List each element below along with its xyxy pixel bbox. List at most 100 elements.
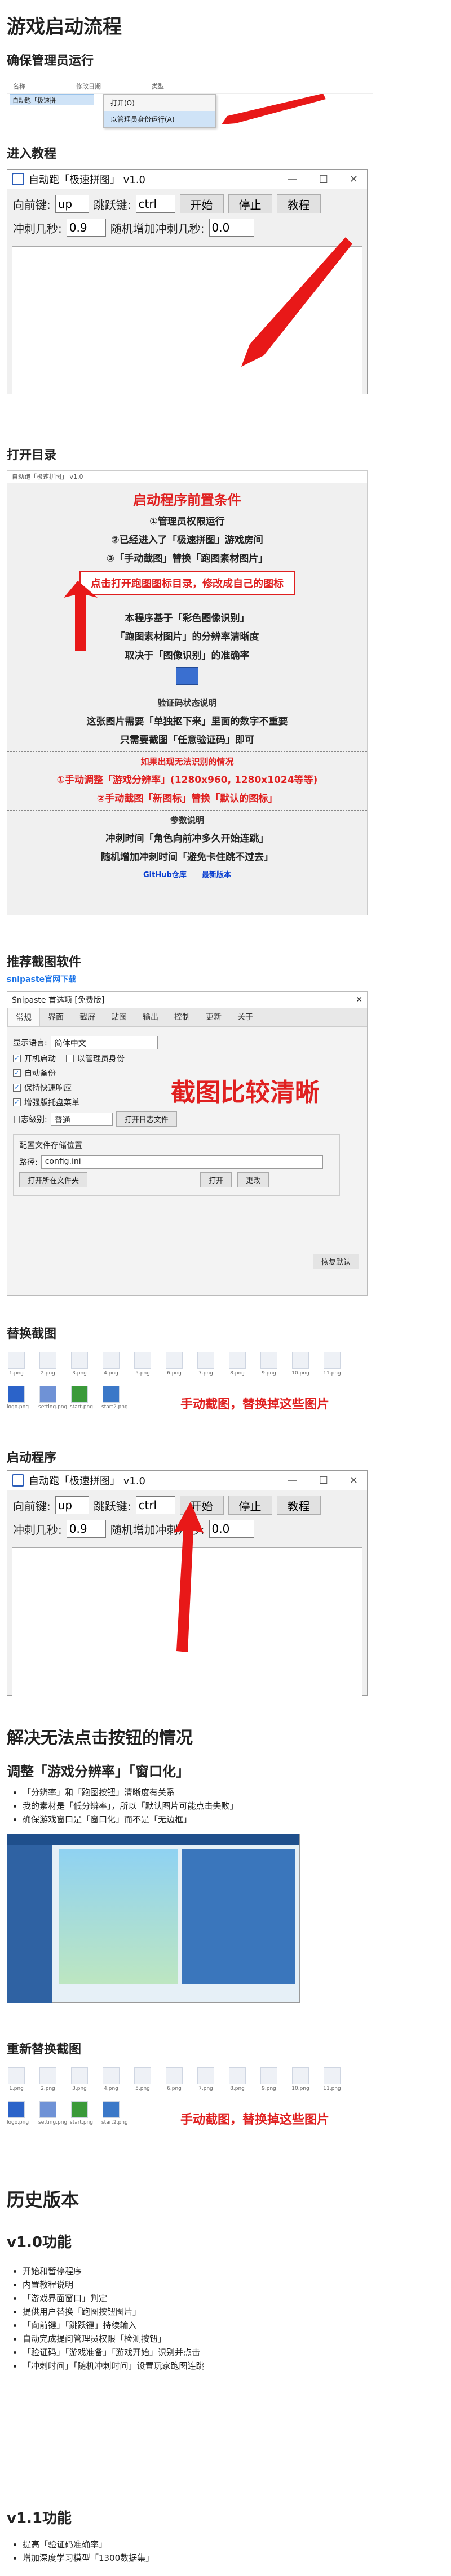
thumbnail-image xyxy=(134,2067,151,2084)
icon-row-4: logo.png setting.png start.png start2.png xyxy=(7,2101,128,2125)
stop-button: 停止 xyxy=(228,194,272,213)
thumbnail-image xyxy=(103,1386,120,1403)
file-name: 5.png xyxy=(135,2086,150,2092)
app-icon xyxy=(12,173,24,185)
path-field: config.ini xyxy=(41,1155,323,1169)
close-icon: ✕ xyxy=(349,1474,358,1487)
heading-v11: v1.1功能 xyxy=(7,2510,72,2527)
file-name: 4.png xyxy=(104,1371,118,1376)
file-name: 1.png xyxy=(9,2086,24,2092)
file-name: 8.png xyxy=(230,1371,245,1376)
file-name: setting.png xyxy=(38,2120,68,2125)
col-name: 名称 xyxy=(13,83,25,90)
thumbnail-image xyxy=(8,2067,25,2084)
replace-note: 手动截图，替换掉这些图片 xyxy=(180,1398,330,1412)
image-file-icon: 9.png xyxy=(259,2067,278,2092)
file-name: 3.png xyxy=(72,2086,87,2092)
list-item: 「冲刺时间」「随机冲刺时间」设置玩家跑图连跳 xyxy=(23,2359,205,2373)
tab-about: 关于 xyxy=(237,1013,253,1022)
image-file-icon: 2.png xyxy=(38,2067,58,2092)
log-row: 日志级别: 普通 打开日志文件 xyxy=(13,1111,361,1127)
guide-sep3: 参数说明 xyxy=(7,810,367,826)
image-file-icon: 5.png xyxy=(133,1352,152,1376)
file-name: 9.png xyxy=(262,2086,276,2092)
snipaste-title: Snipaste 首选项 [免费版] xyxy=(12,996,105,1005)
heading-adjust: 调整「游戏分辨率」「窗口化」 xyxy=(7,1764,189,1779)
app-window-tutorial: 自动跑「极速拼图」 v1.0 — ☐ ✕ 向前键: 跳跃键: 开始 停止 教程 冲刺… xyxy=(7,169,368,398)
file-name: 2.png xyxy=(41,1371,55,1376)
tab-output: 输出 xyxy=(143,1013,158,1022)
image-file-icon: 4.png xyxy=(101,2067,121,2092)
heading-launch: 启动程序 xyxy=(7,1451,57,1465)
captcha-sample-image xyxy=(176,667,198,685)
list-item: 「分辨率」和「跑图按钮」清晰度有关系 xyxy=(23,1786,238,1799)
file-name: 2.png xyxy=(41,2086,55,2092)
keys-line: 向前键: 跳跃键: 开始 停止 教程 xyxy=(13,192,361,216)
image-file-icon: 2.png xyxy=(38,1352,58,1376)
list-item: 我的素材是「低分辨率」，所以「默认图片可能点击失败」 xyxy=(23,1799,238,1813)
lang-select: 简体中文 xyxy=(50,1036,158,1049)
app-window-launch: 自动跑「极速拼图」 v1.0 —☐✕ 向前键: 跳跃键: 开始 停止 教程 冲刺… xyxy=(7,1470,368,1699)
list-item: 提高「验证码准确率」 xyxy=(23,2538,154,2551)
explorer-screenshot: 名称 修改日期 类型 自动跑「极速拼 打开(O) 以管理员身份运行(A) xyxy=(7,79,373,132)
snipaste-titlebar: Snipaste 首选项 [免费版] ✕ xyxy=(7,992,367,1008)
file-name: 4.png xyxy=(104,2086,118,2092)
change-cfg-button: 更改 xyxy=(237,1172,269,1187)
heading-start-flow: 游戏启动流程 xyxy=(7,16,122,38)
explorer-file-row: 自动跑「极速拼 xyxy=(10,94,94,105)
game-character-scene xyxy=(59,1849,178,1984)
dash-input xyxy=(66,1520,106,1538)
checkbox-icon: ✓ xyxy=(13,1084,21,1092)
thumbnail-image xyxy=(8,1352,25,1369)
thumbnail-image xyxy=(292,1352,309,1369)
thumbnail-image xyxy=(292,2067,309,2084)
file-name: 8.png xyxy=(230,2086,245,2092)
context-menu: 打开(O) 以管理员身份运行(A) xyxy=(103,94,216,128)
thumbnail-image xyxy=(39,1352,56,1369)
image-file-icon: 6.png xyxy=(165,2067,184,2092)
image-file-icon: start.png xyxy=(70,1386,93,1410)
list-item: 提供用户替换「跑图按钮图片」 xyxy=(23,2305,205,2319)
file-name: 11.png xyxy=(323,1371,341,1376)
heading-fix: 解决无法点击按钮的情况 xyxy=(7,1728,193,1748)
dash-label: 冲刺几秒: xyxy=(13,1523,62,1537)
thumbnail-image xyxy=(103,2101,120,2118)
open-cfg-button: 打开 xyxy=(200,1172,232,1187)
app-title: 自动跑「极速拼图」 v1.0 xyxy=(29,174,145,186)
thumbnail-image xyxy=(8,1386,25,1403)
app-title: 自动跑「极速拼图」 v1.0 xyxy=(29,1475,145,1487)
snipaste-download-link[interactable]: snipaste官网下载 xyxy=(7,973,76,985)
file-name: 7.png xyxy=(198,1371,213,1376)
heading-v10: v1.0功能 xyxy=(7,2234,72,2251)
cfg-group: 配置文件存储位置 路径: config.ini 打开所在文件夹 打开 更改 xyxy=(13,1134,340,1196)
lang-label: 显示语言: xyxy=(13,1039,47,1048)
file-name: 7.png xyxy=(198,2086,213,2092)
v11-list: 提高「验证码准确率」 增加深度学习模型「1300数据集」 xyxy=(23,2538,154,2565)
heading-recommend: 推荐截图软件 xyxy=(7,955,82,969)
image-file-icon: 9.png xyxy=(259,1352,278,1376)
list-item: 内置教程说明 xyxy=(23,2278,205,2292)
file-name: 9.png xyxy=(262,1371,276,1376)
list-item: 「向前键」「跳跃键」持续输入 xyxy=(23,2319,205,2332)
heading-tutorial: 进入教程 xyxy=(7,147,57,161)
guide-sep1: 验证码状态说明 xyxy=(7,693,367,709)
thumbnail-image xyxy=(39,2067,56,2084)
forward-input xyxy=(55,1496,89,1514)
heading-admin: 确保管理员运行 xyxy=(7,54,94,68)
guide-l1: ①管理员权限运行 xyxy=(149,516,225,527)
file-name: 6.png xyxy=(167,2086,182,2092)
restore-default-button: 恢复默认 xyxy=(312,1254,359,1269)
image-file-icon: logo.png xyxy=(7,2101,29,2125)
opt1-row: ✓ 开机启动 以管理员身份 xyxy=(13,1053,361,1064)
latest-link: 最新版本 xyxy=(201,871,231,879)
file-name: 3.png xyxy=(72,1371,87,1376)
start-button: 开始 xyxy=(179,194,224,213)
list-item: 确保游戏窗口是「窗口化」而不是「无边框」 xyxy=(23,1813,238,1826)
file-name: logo.png xyxy=(7,1404,29,1410)
guide-head: 启动程序前置条件 xyxy=(133,492,241,508)
close-icon: ✕ xyxy=(356,995,362,1004)
file-name: 10.png xyxy=(291,2086,309,2092)
guide-r2: ②手动截图「新图标」替换「默认的图标」 xyxy=(96,793,278,804)
forward-label: 向前键: xyxy=(13,1499,51,1513)
thumbnail-image xyxy=(197,2067,214,2084)
